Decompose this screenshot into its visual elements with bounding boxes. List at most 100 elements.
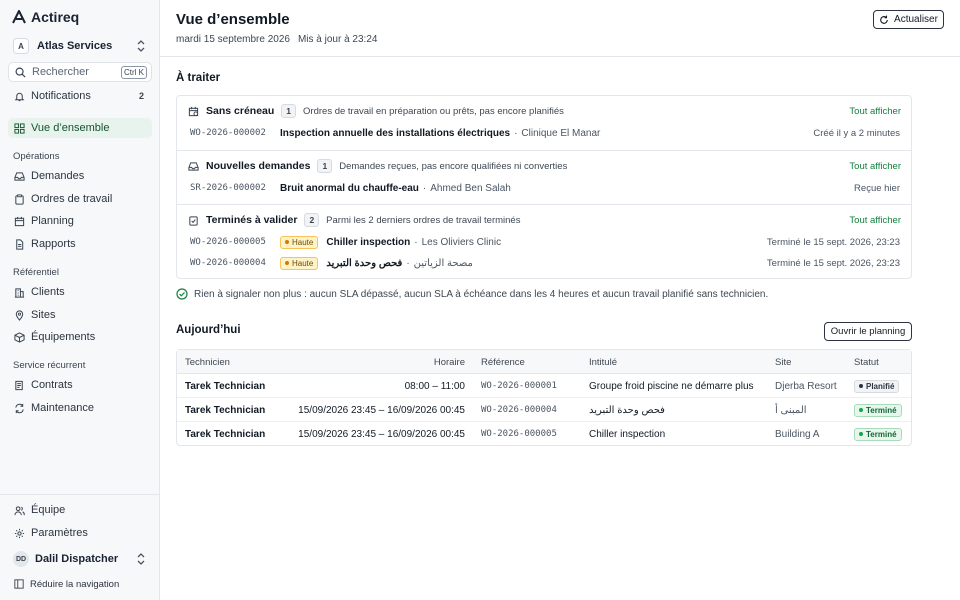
column-header-technician[interactable]: Technicien bbox=[185, 350, 230, 374]
show-all-link[interactable]: Tout afficher bbox=[849, 215, 901, 226]
refresh-icon bbox=[880, 15, 888, 24]
item-title: فحص وحدة التبريد bbox=[326, 257, 403, 269]
sidebar-item-equipment[interactable]: Équipements bbox=[8, 327, 152, 347]
sidebar-item-label: Équipements bbox=[31, 331, 96, 343]
sidebar-item-settings[interactable]: Paramètres bbox=[8, 523, 152, 543]
group-description: Ordres de travail en préparation ou prêt… bbox=[303, 105, 564, 117]
refresh-label: Actualiser bbox=[894, 14, 938, 25]
workspace-initial: A bbox=[13, 38, 29, 54]
clipboard-check-icon bbox=[189, 215, 198, 226]
cell-technician: Tarek Technician bbox=[185, 404, 266, 416]
status-badge: Terminé bbox=[854, 403, 902, 417]
collapse-navigation-button[interactable]: Réduire la navigation bbox=[8, 575, 152, 593]
today-table: Technicien Horaire Référence Intitulé Si… bbox=[176, 349, 912, 446]
workspace-switcher[interactable]: A Atlas Services bbox=[8, 36, 152, 56]
workspace-name: Atlas Services bbox=[37, 40, 113, 52]
contract-icon bbox=[15, 380, 23, 390]
column-header-title[interactable]: Intitulé bbox=[589, 350, 617, 374]
refresh-button[interactable]: Actualiser bbox=[873, 10, 944, 29]
list-item[interactable]: WO-2026-000005 Haute Chiller inspection … bbox=[190, 235, 900, 249]
open-planning-button[interactable]: Ouvrir le planning bbox=[824, 322, 912, 341]
sidebar-item-label: Demandes bbox=[31, 170, 85, 182]
sidebar-item-overview[interactable]: Vue d’ensemble bbox=[8, 118, 152, 138]
item-reference: WO-2026-000005 bbox=[190, 237, 266, 247]
cell-reference: WO-2026-000004 bbox=[481, 405, 557, 415]
inbox-icon bbox=[188, 161, 199, 171]
column-header-time[interactable]: Horaire bbox=[434, 350, 465, 374]
list-item[interactable]: WO-2026-000002 Inspection annuelle des i… bbox=[190, 126, 900, 140]
search-shortcut: Ctrl K bbox=[121, 65, 147, 79]
notifications-count: 2 bbox=[138, 91, 144, 101]
priority-label: Haute bbox=[292, 258, 314, 268]
item-title: Chiller inspection bbox=[326, 236, 411, 248]
show-all-link[interactable]: Tout afficher bbox=[849, 161, 901, 172]
show-all-link[interactable]: Tout afficher bbox=[849, 106, 901, 117]
table-row[interactable]: Tarek Technician 15/09/2026 23:45 – 16/0… bbox=[177, 422, 911, 446]
cell-time: 08:00 – 11:00 bbox=[404, 380, 465, 392]
search-input[interactable]: Rechercher Ctrl K bbox=[8, 62, 152, 82]
sidebar-item-planning[interactable]: Planning bbox=[8, 211, 152, 231]
sidebar-divider bbox=[0, 494, 159, 495]
avatar: DD bbox=[13, 551, 29, 567]
priority-badge: Haute bbox=[280, 256, 319, 270]
cell-title: Chiller inspection bbox=[589, 428, 666, 440]
file-icon bbox=[16, 238, 24, 250]
map-pin-icon bbox=[15, 309, 24, 321]
section-recurring: Service récurrent bbox=[13, 360, 86, 371]
sidebar-item-sites[interactable]: Sites bbox=[8, 305, 152, 325]
all-clear-message: Rien à signaler non plus : aucun SLA dép… bbox=[176, 288, 768, 300]
status-dot bbox=[859, 408, 863, 412]
cell-reference: WO-2026-000005 bbox=[481, 429, 557, 439]
cell-site: المبنى أ bbox=[775, 404, 807, 416]
status-label: Terminé bbox=[866, 429, 897, 439]
sidebar-item-label: Contrats bbox=[31, 379, 73, 391]
list-item[interactable]: SR-2026-000002 Bruit anormal du chauffe-… bbox=[190, 181, 900, 195]
cell-technician: Tarek Technician bbox=[185, 428, 266, 440]
todo-group-to-validate: Terminés à valider 2 Parmi les 2 dernier… bbox=[177, 204, 911, 279]
item-meta: Terminé le 15 sept. 2026, 23:23 bbox=[766, 236, 900, 248]
cell-status: Terminé bbox=[854, 422, 902, 446]
sidebar-item-label: Paramètres bbox=[31, 527, 88, 539]
todo-group-unscheduled: Sans créneau 1 Ordres de travail en prép… bbox=[177, 96, 911, 150]
user-menu[interactable]: DD Dalil Dispatcher bbox=[8, 548, 152, 570]
column-header-reference[interactable]: Référence bbox=[481, 350, 525, 374]
sidebar-item-maintenance[interactable]: Maintenance bbox=[8, 398, 152, 418]
sidebar-item-notifications[interactable]: Notifications 2 bbox=[8, 86, 152, 106]
search-placeholder: Rechercher bbox=[32, 66, 89, 78]
item-meta: Créé il y a 2 minutes bbox=[813, 127, 900, 139]
cell-site: Building A bbox=[775, 428, 820, 440]
sidebar-item-team[interactable]: Équipe bbox=[8, 500, 152, 520]
todo-card: Sans créneau 1 Ordres de travail en prép… bbox=[176, 95, 912, 279]
sidebar-collapse-icon bbox=[14, 579, 24, 589]
todo-heading: À traiter bbox=[176, 72, 221, 84]
cell-title: Groupe froid piscine ne démarre plus bbox=[589, 380, 754, 392]
status-label: Terminé bbox=[866, 405, 897, 415]
priority-badge: Haute bbox=[280, 235, 319, 249]
collapse-label: Réduire la navigation bbox=[30, 578, 120, 590]
sidebar-item-work-orders[interactable]: Ordres de travail bbox=[8, 189, 152, 209]
status-dot bbox=[859, 432, 863, 436]
calendar-icon bbox=[14, 216, 25, 226]
item-client: Ahmed Ben Salah bbox=[430, 182, 511, 194]
users-icon bbox=[14, 505, 25, 515]
user-name: Dalil Dispatcher bbox=[35, 553, 119, 565]
group-header: Terminés à valider 2 Parmi les 2 dernier… bbox=[188, 213, 520, 227]
status-dot bbox=[859, 384, 863, 388]
sidebar-item-requests[interactable]: Demandes bbox=[8, 166, 152, 186]
column-header-status[interactable]: Statut bbox=[854, 350, 879, 374]
item-title: Bruit anormal du chauffe-eau bbox=[280, 182, 419, 194]
table-row[interactable]: Tarek Technician 08:00 – 11:00 WO-2026-0… bbox=[177, 374, 911, 398]
app-logo[interactable]: Actireq bbox=[12, 8, 79, 26]
group-title: Terminés à valider bbox=[206, 214, 298, 226]
sidebar-item-reports[interactable]: Rapports bbox=[8, 234, 152, 254]
chevron-up-down-icon bbox=[137, 553, 145, 565]
repeat-icon bbox=[15, 403, 24, 413]
sidebar-item-contracts[interactable]: Contrats bbox=[8, 375, 152, 395]
list-item[interactable]: WO-2026-000004 Haute فحص وحدة التبريد · … bbox=[190, 256, 900, 270]
sidebar-item-clients[interactable]: Clients bbox=[8, 282, 152, 302]
table-row[interactable]: Tarek Technician 15/09/2026 23:45 – 16/0… bbox=[177, 398, 911, 422]
column-header-site[interactable]: Site bbox=[775, 350, 791, 374]
item-meta: Terminé le 15 sept. 2026, 23:23 bbox=[766, 257, 900, 269]
section-operations: Opérations bbox=[13, 151, 60, 162]
sidebar-item-label: Notifications bbox=[31, 90, 91, 102]
